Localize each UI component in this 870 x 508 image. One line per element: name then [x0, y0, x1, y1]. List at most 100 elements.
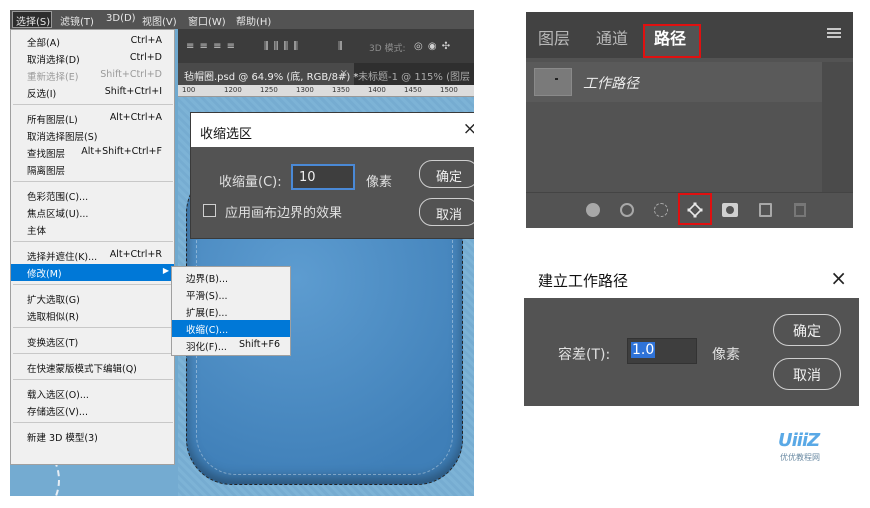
unit-label: 像素: [712, 347, 740, 363]
menu-separator: [13, 379, 173, 380]
menu-item-all-layers[interactable]: 所有图层(L) Alt+Ctrl+A: [11, 110, 174, 127]
arrange-icon[interactable]: ⫼: [338, 41, 344, 52]
tab-layers[interactable]: 图层: [538, 25, 570, 49]
cancel-button[interactable]: 取消: [773, 358, 841, 390]
ok-button[interactable]: 确定: [773, 314, 841, 346]
menu-item-color-range[interactable]: 色彩范围(C)...: [11, 187, 174, 204]
dialog-title-bar: 建立工作路径 ×: [524, 260, 859, 298]
ok-button[interactable]: 确定: [419, 160, 474, 188]
menu-item-quick-mask[interactable]: 在快速蒙版模式下编辑(Q): [11, 359, 174, 376]
tab-active-document[interactable]: 毡帽圈.psd @ 64.9% (底, RGB/8#) * ×: [178, 63, 358, 85]
menu-item-all[interactable]: 全部(A) Ctrl+A: [11, 33, 174, 50]
menu-item-save-selection[interactable]: 存储选区(V)...: [11, 402, 174, 419]
contract-selection-dialog: 收缩选区 × 收缩量(C): 10 像素 应用画布边界的效果 确定 取消: [190, 112, 474, 239]
tab-other-document[interactable]: 未标题-1 @ 115% (图层: [358, 68, 470, 83]
site-watermark: UiiiZ 优优教程网: [778, 430, 838, 466]
menu-separator: [13, 241, 173, 242]
menu-select[interactable]: 选择(S): [12, 11, 52, 28]
menu-item-deselect-layers[interactable]: 取消选择图层(S): [11, 127, 174, 144]
menu-3d[interactable]: 3D(D): [106, 13, 136, 24]
ruler-tick: 1250: [260, 86, 278, 94]
menu-separator: [13, 353, 173, 354]
menu-separator: [13, 181, 173, 182]
new-path-icon[interactable]: [759, 203, 772, 217]
dialog-title: 建立工作路径: [538, 272, 629, 290]
document-tabs: 毡帽圈.psd @ 64.9% (底, RGB/8#) * × 未标题-1 @ …: [178, 63, 474, 85]
menu-separator: [13, 284, 173, 285]
apply-canvas-bounds-label: 应用画布边界的效果: [225, 206, 343, 221]
align-icons[interactable]: ≡ ≡ ≡ ≡: [186, 41, 236, 52]
panel-tab-row: 图层 通道 路径: [526, 12, 853, 58]
load-selection-icon[interactable]: [654, 203, 668, 217]
cancel-button[interactable]: 取消: [419, 198, 474, 226]
submenu-item-feather[interactable]: 羽化(F)... Shift+F6: [172, 337, 290, 354]
fill-path-icon[interactable]: [586, 203, 600, 217]
menu-window[interactable]: 窗口(W): [188, 13, 226, 28]
tolerance-value: 1.0: [631, 342, 656, 358]
make-work-path-icon[interactable]: [687, 202, 703, 218]
submenu-item-contract[interactable]: 收缩(C)...: [172, 320, 290, 337]
stroke-path-icon[interactable]: [620, 203, 634, 217]
ruler-tick: 1200: [224, 86, 242, 94]
select-menu: 全部(A) Ctrl+A 取消选择(D) Ctrl+D 重新选择(E) Shift+C…: [10, 29, 175, 465]
menu-separator: [13, 104, 173, 105]
dialog-title: 收缩选区: [200, 127, 253, 142]
3d-mode-label: 3D 模式:: [369, 44, 406, 54]
watermark-subtitle: 优优教程网: [780, 453, 820, 462]
tolerance-input[interactable]: 1.0: [627, 338, 697, 364]
submenu-arrow-icon: ▶: [162, 266, 169, 275]
contract-amount-label: 收缩量(C):: [219, 175, 282, 190]
ruler-tick: 100: [182, 86, 196, 94]
path-list-item[interactable]: 工作路径: [526, 62, 822, 102]
modify-submenu: 边界(B)... 平滑(S)... 扩展(E)... 收缩(C)... 羽化(F…: [171, 266, 291, 356]
ruler-tick: 1300: [296, 86, 314, 94]
ruler-tick: 1400: [368, 86, 386, 94]
menu-item-load-selection[interactable]: 载入选区(O)...: [11, 385, 174, 402]
menu-item-similar[interactable]: 选取相似(R): [11, 307, 174, 324]
menu-item-focus-area[interactable]: 焦点区域(U)...: [11, 204, 174, 221]
add-mask-icon[interactable]: [722, 203, 738, 217]
menu-bar: 选择(S) 滤镜(T) 3D(D) 视图(V) 窗口(W) 帮助(H): [10, 10, 474, 29]
tab-paths[interactable]: 路径: [654, 25, 686, 49]
submenu-item-smooth[interactable]: 平滑(S)...: [172, 286, 290, 303]
tab-active-label: 毡帽圈.psd @ 64.9% (底, RGB/8#) *: [184, 72, 359, 83]
unit-label: 像素: [366, 175, 393, 190]
menu-filter[interactable]: 滤镜(T): [60, 13, 94, 28]
submenu-item-expand[interactable]: 扩展(E)...: [172, 303, 290, 320]
tab-close-icon[interactable]: ×: [340, 68, 348, 79]
options-bar: ≡ ≡ ≡ ≡ ⫼ ⫼ ⫼ ⫼ ⫼ 3D 模式: ◎ ◉ ✣: [178, 29, 474, 63]
menu-item-find-layers[interactable]: 查找图层 Alt+Shift+Ctrl+F: [11, 144, 174, 161]
panel-menu-icon[interactable]: [827, 28, 841, 38]
panel-scroll-area: [822, 62, 853, 192]
photoshop-window: 选择(S) 滤镜(T) 3D(D) 视图(V) 窗口(W) 帮助(H) ≡ ≡ …: [10, 10, 474, 496]
close-icon[interactable]: ×: [830, 266, 847, 290]
menu-help[interactable]: 帮助(H): [236, 13, 271, 28]
menu-item-isolate-layers[interactable]: 隔离图层: [11, 161, 174, 178]
path-name: 工作路径: [583, 76, 639, 92]
menu-item-transform-selection[interactable]: 变换选区(T): [11, 333, 174, 350]
menu-item-modify[interactable]: 修改(M) ▶: [11, 264, 174, 281]
distribute-icons[interactable]: ⫼ ⫼ ⫼ ⫼: [264, 41, 299, 52]
paths-bottom-toolbar: [526, 192, 853, 228]
close-icon[interactable]: ×: [463, 119, 474, 139]
paths-panel: 图层 通道 路径 工作路径: [526, 12, 853, 228]
menu-item-new-3d-model[interactable]: 新建 3D 模型(3): [11, 428, 174, 445]
apply-canvas-bounds-checkbox[interactable]: [203, 204, 216, 217]
menu-item-deselect[interactable]: 取消选择(D) Ctrl+D: [11, 50, 174, 67]
delete-path-icon[interactable]: [794, 203, 806, 217]
menu-item-inverse[interactable]: 反选(I) Shift+Ctrl+I: [11, 84, 174, 101]
menu-separator: [13, 422, 173, 423]
menu-item-subject[interactable]: 主体: [11, 221, 174, 238]
menu-view[interactable]: 视图(V): [142, 13, 177, 28]
contract-amount-input[interactable]: 10: [291, 164, 355, 190]
submenu-item-border[interactable]: 边界(B)...: [172, 269, 290, 286]
menu-item-grow[interactable]: 扩大选取(G): [11, 290, 174, 307]
menu-separator: [13, 327, 173, 328]
menu-item-select-and-mask[interactable]: 选择并遮住(K)... Alt+Ctrl+R: [11, 247, 174, 264]
tolerance-label: 容差(T):: [558, 347, 611, 363]
ruler-tick: 1450: [404, 86, 422, 94]
tab-channels[interactable]: 通道: [596, 25, 628, 49]
make-work-path-dialog: 建立工作路径 × 容差(T): 1.0 像素 确定 取消: [524, 260, 859, 406]
3d-tool-icons[interactable]: ◎ ◉ ✣: [414, 41, 451, 52]
path-thumbnail: [534, 68, 572, 96]
